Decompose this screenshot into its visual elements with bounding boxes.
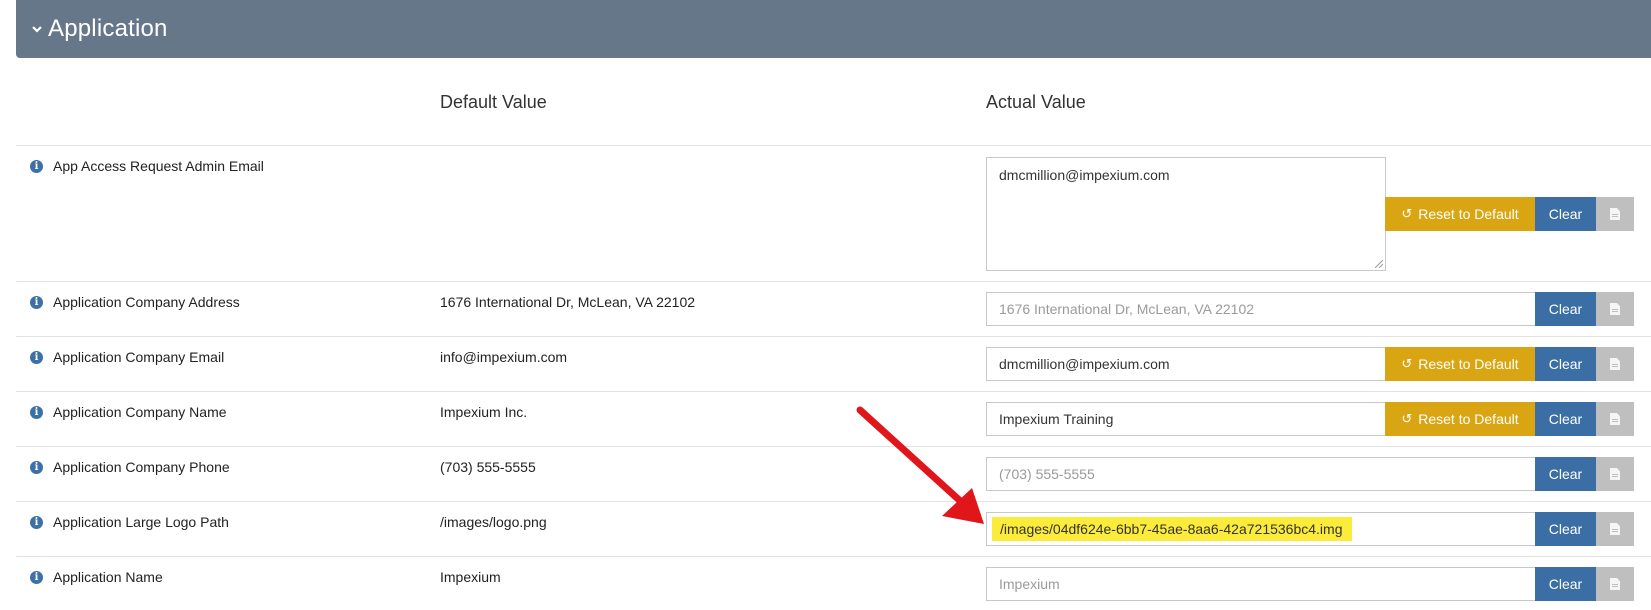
setting-label-text: App Access Request Admin Email <box>53 158 264 174</box>
setting-label-company-phone: i Application Company Phone <box>30 459 230 475</box>
history-icon: ↺ <box>1401 411 1413 426</box>
column-header-default: Default Value <box>440 92 547 112</box>
row-divider <box>16 391 1651 392</box>
company-address-input[interactable]: 1676 International Dr, McLean, VA 22102 <box>986 292 1536 326</box>
info-icon[interactable]: i <box>30 515 43 529</box>
file-button[interactable] <box>1596 512 1634 546</box>
info-icon[interactable]: i <box>30 159 43 173</box>
row-divider <box>16 281 1651 282</box>
file-icon <box>1610 523 1620 535</box>
file-icon <box>1610 578 1620 590</box>
history-icon: ↺ <box>1401 356 1413 371</box>
reset-to-default-button[interactable]: ↺ Reset to Default <box>1385 347 1535 381</box>
highlighted-value: /images/04df624e-6bb7-45ae-8aa6-42a72153… <box>992 517 1353 541</box>
default-value: Impexium <box>440 569 501 585</box>
clear-button[interactable]: Clear <box>1535 347 1596 381</box>
row-divider <box>16 446 1651 447</box>
file-button[interactable] <box>1596 567 1634 601</box>
clear-button[interactable]: Clear <box>1535 197 1596 231</box>
setting-label-application-name: i Application Name <box>30 569 163 585</box>
default-value: (703) 555-5555 <box>440 459 536 475</box>
section-title: Application <box>48 15 168 42</box>
setting-label-company-address: i Application Company Address <box>30 294 240 310</box>
file-icon <box>1610 303 1620 315</box>
reset-to-default-button[interactable]: ↺ Reset to Default <box>1385 402 1535 436</box>
history-icon: ↺ <box>1401 206 1413 221</box>
setting-label-text: Application Name <box>53 569 163 585</box>
file-icon <box>1610 358 1620 370</box>
clear-button[interactable]: Clear <box>1535 292 1596 326</box>
file-button[interactable] <box>1596 402 1634 436</box>
info-icon[interactable]: i <box>30 295 43 309</box>
file-button[interactable] <box>1596 292 1634 326</box>
setting-label-text: Application Company Name <box>53 404 227 420</box>
setting-label-text: Application Company Email <box>53 349 225 365</box>
setting-label-text: Application Large Logo Path <box>53 514 229 530</box>
admin-email-textarea[interactable]: dmcmillion@impexium.com <box>986 157 1386 271</box>
setting-label-text: Application Company Address <box>53 294 240 310</box>
file-button[interactable] <box>1596 197 1634 231</box>
chevron-down-icon <box>32 26 42 33</box>
reset-to-default-button[interactable]: ↺ Reset to Default <box>1385 197 1535 231</box>
resize-handle-icon[interactable] <box>1375 260 1383 268</box>
default-value: /images/logo.png <box>440 514 547 530</box>
clear-button[interactable]: Clear <box>1535 457 1596 491</box>
row-divider <box>16 336 1651 337</box>
large-logo-path-input[interactable]: /images/04df624e-6bb7-45ae-8aa6-42a72153… <box>986 512 1536 546</box>
company-name-input[interactable]: Impexium Training <box>986 402 1386 436</box>
section-header[interactable]: Application <box>16 0 1651 58</box>
default-value: Impexium Inc. <box>440 404 528 420</box>
info-icon[interactable]: i <box>30 570 43 584</box>
company-phone-input[interactable]: (703) 555-5555 <box>986 457 1536 491</box>
file-icon <box>1610 468 1620 480</box>
setting-label-company-name: i Application Company Name <box>30 404 227 420</box>
clear-button[interactable]: Clear <box>1535 512 1596 546</box>
clear-button[interactable]: Clear <box>1535 402 1596 436</box>
info-icon[interactable]: i <box>30 405 43 419</box>
file-icon <box>1610 413 1620 425</box>
row-divider <box>16 501 1651 502</box>
info-icon[interactable]: i <box>30 460 43 474</box>
annotation-arrow-icon <box>856 406 984 524</box>
file-icon <box>1610 208 1620 220</box>
company-email-input[interactable]: dmcmillion@impexium.com <box>986 347 1386 381</box>
setting-label-large-logo-path: i Application Large Logo Path <box>30 514 229 530</box>
setting-label-admin-email: i App Access Request Admin Email <box>30 158 264 174</box>
textarea-value: dmcmillion@impexium.com <box>999 167 1170 183</box>
default-value: info@impexium.com <box>440 349 568 365</box>
row-divider <box>16 556 1651 557</box>
file-button[interactable] <box>1596 457 1634 491</box>
row-divider <box>16 145 1651 146</box>
setting-label-company-email: i Application Company Email <box>30 349 224 365</box>
file-button[interactable] <box>1596 347 1634 381</box>
column-header-actual: Actual Value <box>986 92 1086 112</box>
clear-button[interactable]: Clear <box>1535 567 1596 601</box>
setting-label-text: Application Company Phone <box>53 459 230 475</box>
default-value: 1676 International Dr, McLean, VA 22102 <box>440 294 696 310</box>
info-icon[interactable]: i <box>30 350 43 364</box>
application-name-input[interactable]: Impexium <box>986 567 1536 601</box>
